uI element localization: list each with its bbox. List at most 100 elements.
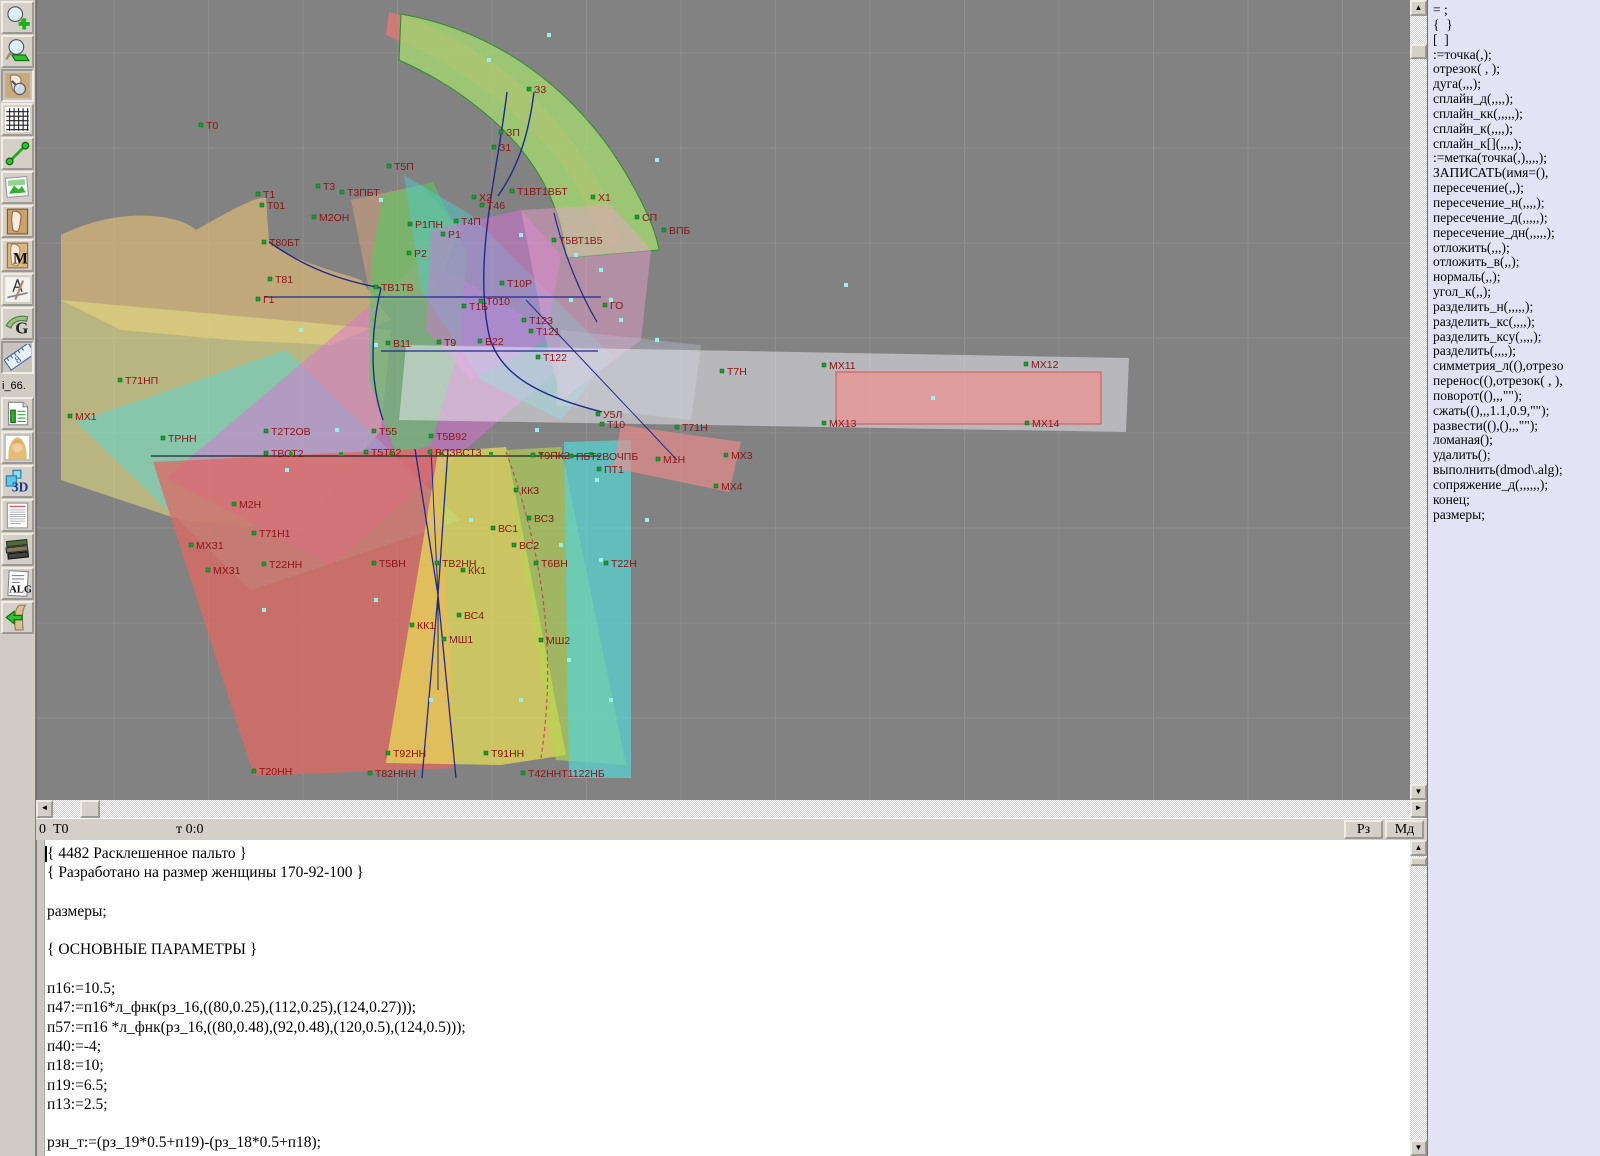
command-item[interactable]: отложить(,,,); bbox=[1433, 241, 1600, 256]
editor-vertical-scrollbar[interactable]: ▲ ▼ bbox=[1410, 840, 1427, 1156]
point-marker[interactable] bbox=[591, 195, 595, 199]
point-marker[interactable] bbox=[368, 771, 372, 775]
point-marker[interactable] bbox=[472, 195, 476, 199]
command-item[interactable]: нормаль(,,); bbox=[1433, 270, 1600, 285]
point-marker[interactable] bbox=[206, 568, 210, 572]
point-marker[interactable] bbox=[714, 484, 718, 488]
point-marker[interactable] bbox=[527, 516, 531, 520]
point-marker[interactable] bbox=[500, 281, 504, 285]
point-marker[interactable] bbox=[531, 453, 535, 457]
command-item[interactable]: пересечение_дн(,,,,,); bbox=[1433, 226, 1600, 241]
point-marker[interactable] bbox=[457, 613, 461, 617]
canvas-vscroll-thumb[interactable] bbox=[1410, 44, 1427, 59]
image-icon-button[interactable] bbox=[1, 171, 34, 204]
editor-text[interactable]: { 4482 Расклешенное пальто }{ Разработан… bbox=[47, 844, 466, 1156]
point-marker[interactable] bbox=[600, 422, 604, 426]
command-item[interactable]: разделить_н(,,,,,); bbox=[1433, 300, 1600, 315]
ruler-icon-button[interactable]: 8 bbox=[1, 341, 34, 374]
point-marker[interactable] bbox=[372, 561, 376, 565]
editor-vscroll-thumb[interactable] bbox=[1410, 857, 1427, 866]
point-marker[interactable] bbox=[527, 87, 531, 91]
point-marker[interactable] bbox=[484, 751, 488, 755]
point-marker[interactable] bbox=[596, 412, 600, 416]
command-item[interactable]: развести((),(),,,""); bbox=[1433, 419, 1600, 434]
point-marker[interactable] bbox=[552, 238, 556, 242]
point-marker[interactable] bbox=[441, 232, 445, 236]
command-item[interactable]: сплайн_кк(,,,,,); bbox=[1433, 107, 1600, 122]
code-editor[interactable]: { 4482 Расклешенное пальто }{ Разработан… bbox=[36, 840, 1410, 1156]
command-item[interactable]: сжать((),,,1.1,0.9,""); bbox=[1433, 404, 1600, 419]
point-marker[interactable] bbox=[189, 543, 193, 547]
pattern-canvas[interactable]: T0Т5ПЗ3ЗПЗ1Т3Т3ПБТТ1Т01Т80БТМ2ОНТ1ВТ1ВБТ… bbox=[36, 0, 1410, 800]
alg-icon-button[interactable]: ALG bbox=[1, 567, 34, 600]
scroll-up-icon[interactable]: ▲ bbox=[1410, 840, 1427, 856]
point-marker[interactable] bbox=[386, 751, 390, 755]
point-marker[interactable] bbox=[478, 339, 482, 343]
point-marker[interactable] bbox=[316, 184, 320, 188]
point-marker[interactable] bbox=[536, 355, 540, 359]
point-marker[interactable] bbox=[635, 215, 639, 219]
point-marker[interactable] bbox=[512, 543, 516, 547]
point-marker[interactable] bbox=[410, 623, 414, 627]
command-item[interactable]: [ ] bbox=[1433, 33, 1600, 48]
point-marker[interactable] bbox=[256, 297, 260, 301]
point-marker[interactable] bbox=[437, 340, 441, 344]
point-marker[interactable] bbox=[340, 190, 344, 194]
command-item[interactable]: :=метка(точка(,),,,,); bbox=[1433, 151, 1600, 166]
pattern-piece[interactable] bbox=[564, 440, 631, 778]
point-marker[interactable] bbox=[675, 425, 679, 429]
command-item[interactable]: пересечение_н(,,,,); bbox=[1433, 196, 1600, 211]
drafting-icon-button[interactable] bbox=[1, 273, 34, 306]
point-marker[interactable] bbox=[364, 450, 368, 454]
command-item[interactable]: угол_к(,,); bbox=[1433, 285, 1600, 300]
point-marker[interactable] bbox=[720, 369, 724, 373]
point-marker[interactable] bbox=[262, 562, 266, 566]
scroll-down-icon[interactable]: ▼ bbox=[1410, 784, 1427, 800]
point-marker[interactable] bbox=[442, 637, 446, 641]
point-marker[interactable] bbox=[407, 251, 411, 255]
zoom-in-icon-button[interactable] bbox=[1, 1, 34, 34]
scroll-down-icon[interactable]: ▼ bbox=[1410, 1140, 1427, 1156]
command-item[interactable]: выполнить(dmod\.alg); bbox=[1433, 463, 1600, 478]
point-marker[interactable] bbox=[435, 561, 439, 565]
scroll-left-icon[interactable]: ◄ bbox=[36, 800, 53, 818]
portrait-icon-button[interactable] bbox=[1, 431, 34, 464]
point-marker[interactable] bbox=[161, 436, 165, 440]
point-marker[interactable] bbox=[529, 329, 533, 333]
command-item[interactable]: :=точка(,); bbox=[1433, 48, 1600, 63]
command-item[interactable]: конец; bbox=[1433, 493, 1600, 508]
command-item[interactable]: отложить_в(,,); bbox=[1433, 255, 1600, 270]
piece-m-icon-button[interactable]: M bbox=[1, 239, 34, 272]
scroll-up-icon[interactable]: ▲ bbox=[1410, 0, 1427, 16]
point-marker[interactable] bbox=[491, 526, 495, 530]
point-marker[interactable] bbox=[499, 130, 503, 134]
point-marker[interactable] bbox=[118, 378, 122, 382]
command-item[interactable]: пересечение_д(,,,,,); bbox=[1433, 211, 1600, 226]
command-item[interactable]: перенос((),отрезок( , ), bbox=[1433, 374, 1600, 389]
canvas-vertical-scrollbar[interactable]: ▲ ▼ bbox=[1410, 0, 1427, 800]
point-marker[interactable] bbox=[264, 429, 268, 433]
point-marker[interactable] bbox=[256, 192, 260, 196]
books-icon-button[interactable] bbox=[1, 533, 34, 566]
point-marker[interactable] bbox=[262, 240, 266, 244]
point-marker[interactable] bbox=[68, 414, 72, 418]
point-marker[interactable] bbox=[252, 531, 256, 535]
point-marker[interactable] bbox=[480, 203, 484, 207]
point-marker[interactable] bbox=[492, 145, 496, 149]
point-marker[interactable] bbox=[268, 277, 272, 281]
table-icon-button[interactable] bbox=[1, 397, 34, 430]
point-marker[interactable] bbox=[656, 457, 660, 461]
zoom-area-icon-button[interactable] bbox=[1, 35, 34, 68]
point-marker[interactable] bbox=[408, 222, 412, 226]
point-marker[interactable] bbox=[822, 363, 826, 367]
grazia-icon-button[interactable]: G bbox=[1, 307, 34, 340]
rz-button[interactable]: Рз bbox=[1344, 820, 1383, 839]
command-item[interactable]: сплайн_к[](,,,,); bbox=[1433, 137, 1600, 152]
segment-icon-button[interactable] bbox=[1, 137, 34, 170]
point-marker[interactable] bbox=[569, 454, 573, 458]
point-marker[interactable] bbox=[1025, 421, 1029, 425]
point-marker[interactable] bbox=[522, 318, 526, 322]
point-marker[interactable] bbox=[1024, 362, 1028, 366]
piece-frame-icon-button[interactable] bbox=[1, 205, 34, 238]
document-icon-button[interactable] bbox=[1, 499, 34, 532]
